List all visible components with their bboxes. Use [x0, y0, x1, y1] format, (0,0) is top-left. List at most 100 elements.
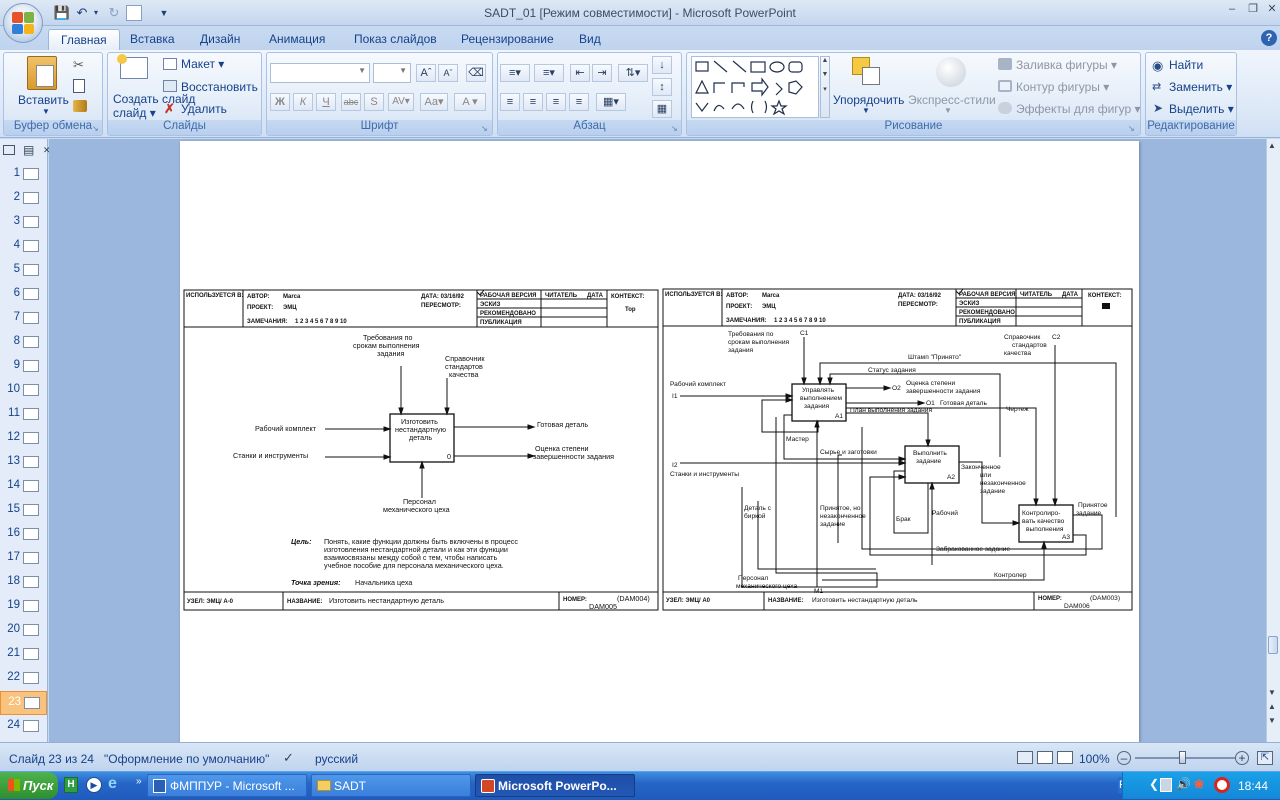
- align-right-button[interactable]: ≡: [546, 93, 566, 111]
- slide-thumbnail-9[interactable]: 9: [0, 355, 47, 379]
- align-center-button[interactable]: ≡: [523, 93, 543, 111]
- arrange-dropdown-icon[interactable]: ▼: [862, 106, 870, 115]
- slide-thumbnail-24[interactable]: 24: [0, 715, 47, 739]
- zoom-in-icon[interactable]: +: [1235, 751, 1249, 765]
- slide-thumbnail-17[interactable]: 17: [0, 547, 47, 571]
- slide-thumbnail-18[interactable]: 18: [0, 571, 47, 595]
- outline-tab-icon[interactable]: ▤: [23, 143, 34, 157]
- font-launcher-icon[interactable]: ↘: [481, 124, 488, 133]
- minimize-button[interactable]: –: [1221, 2, 1243, 16]
- arrange-button[interactable]: Упорядочить: [833, 93, 904, 107]
- new-slide-label-2[interactable]: слайд ▾: [113, 106, 156, 120]
- grow-font-button[interactable]: Aˆ: [416, 64, 436, 82]
- slides-tab-icon[interactable]: [3, 145, 15, 155]
- quicklaunch-app-icon[interactable]: Н: [64, 777, 78, 793]
- slideshow-view-icon[interactable]: [1057, 751, 1073, 764]
- slide-thumbnail-20[interactable]: 20: [0, 619, 47, 643]
- close-button[interactable]: ✕: [1261, 2, 1280, 16]
- slide-thumbnail-19[interactable]: 19: [0, 595, 47, 619]
- prev-slide-icon[interactable]: ▲: [1268, 702, 1276, 711]
- slide-thumbnail-12[interactable]: 12: [0, 427, 47, 451]
- tray-app-icon[interactable]: ❀: [1194, 777, 1204, 791]
- slide-thumbnail-22[interactable]: 22: [0, 667, 47, 691]
- tray-expand-icon[interactable]: ❮: [1149, 777, 1159, 791]
- start-button[interactable]: Пуск: [0, 772, 58, 799]
- new-slide-icon[interactable]: [117, 54, 148, 79]
- quick-styles-button[interactable]: Экспресс-стили: [908, 93, 996, 107]
- copy-icon[interactable]: [73, 79, 85, 93]
- tab-insert[interactable]: Вставка: [118, 29, 187, 50]
- zoom-slider-thumb[interactable]: [1179, 751, 1186, 764]
- format-painter-icon[interactable]: [73, 100, 87, 112]
- paragraph-launcher-icon[interactable]: ↘: [671, 124, 678, 133]
- next-slide-icon[interactable]: ▼: [1268, 716, 1276, 725]
- font-family-combo[interactable]: ▼: [270, 63, 370, 83]
- help-icon[interactable]: ?: [1261, 30, 1277, 46]
- shrink-font-button[interactable]: Aˇ: [438, 64, 458, 82]
- underline-button[interactable]: Ч: [316, 93, 336, 111]
- paste-button[interactable]: Вставить: [18, 93, 69, 107]
- effects-button[interactable]: Эффекты для фигур ▾: [1016, 102, 1141, 116]
- zoom-out-icon[interactable]: –: [1117, 751, 1131, 765]
- text-direction-button[interactable]: ↓: [652, 56, 672, 74]
- fill-button[interactable]: Заливка фигуры ▾: [1016, 58, 1117, 72]
- tab-view[interactable]: Вид: [567, 29, 613, 50]
- slide-thumbnail-13[interactable]: 13: [0, 451, 47, 475]
- slide-thumbnail-10[interactable]: 10: [0, 379, 47, 403]
- delete-button[interactable]: Удалить: [181, 102, 227, 116]
- fit-window-icon[interactable]: ⇱: [1257, 751, 1273, 765]
- spacing-button[interactable]: AV▾: [388, 93, 414, 111]
- sorter-view-icon[interactable]: [1037, 751, 1053, 764]
- smartart-button[interactable]: ▦: [652, 100, 672, 118]
- slide-thumbnail-2[interactable]: 2: [0, 187, 47, 211]
- task-word[interactable]: ФМППУР - Microsoft ...: [147, 774, 307, 797]
- slide-thumbnail-15[interactable]: 15: [0, 499, 47, 523]
- slide-thumbnail-21[interactable]: 21: [0, 643, 47, 667]
- task-folder[interactable]: SADT: [311, 774, 471, 797]
- slide-thumbnail-8[interactable]: 8: [0, 331, 47, 355]
- media-player-icon[interactable]: ▶: [86, 777, 102, 793]
- italic-button[interactable]: К: [293, 93, 313, 111]
- select-button[interactable]: Выделить ▾: [1169, 102, 1234, 116]
- shapes-scroll[interactable]: ▲ ▼ ▾: [820, 56, 830, 118]
- tab-review[interactable]: Рецензирование: [449, 29, 566, 50]
- paste-dropdown-icon[interactable]: ▼: [42, 107, 50, 116]
- strike-button[interactable]: abc: [341, 93, 361, 111]
- language[interactable]: русский: [315, 752, 358, 766]
- slide-thumbnail-23[interactable]: 23: [0, 691, 47, 715]
- antivirus-icon[interactable]: [1214, 777, 1230, 793]
- slide-thumbnail-4[interactable]: 4: [0, 235, 47, 259]
- font-color-button[interactable]: A ▾: [454, 93, 486, 111]
- reset-button[interactable]: Восстановить: [181, 80, 258, 94]
- find-button[interactable]: Найти: [1169, 58, 1203, 72]
- quicklaunch-more-icon[interactable]: »: [136, 776, 142, 787]
- decrease-indent-button[interactable]: ⇤: [570, 64, 590, 82]
- slide-thumbnail-7[interactable]: 7: [0, 307, 47, 331]
- scroll-up-icon[interactable]: ▲: [1268, 141, 1276, 150]
- clipboard-launcher-icon[interactable]: ↘: [92, 124, 99, 133]
- slide-thumbnail-16[interactable]: 16: [0, 523, 47, 547]
- slide-thumbnail-14[interactable]: 14: [0, 475, 47, 499]
- line-spacing-button[interactable]: ⇅▾: [618, 64, 648, 82]
- layout-button[interactable]: Макет ▾: [181, 57, 224, 71]
- slide-thumbnail-1[interactable]: 1: [0, 163, 47, 187]
- scroll-thumb[interactable]: [1268, 636, 1278, 654]
- quick-styles-dropdown-icon[interactable]: ▼: [944, 106, 952, 115]
- clear-format-button[interactable]: ⌫: [466, 64, 486, 82]
- slide-thumbnail-6[interactable]: 6: [0, 283, 47, 307]
- clock[interactable]: 18:44: [1238, 779, 1268, 793]
- columns-button[interactable]: ▦▾: [596, 93, 626, 111]
- align-text-button[interactable]: ↕: [652, 78, 672, 96]
- tab-slideshow[interactable]: Показ слайдов: [342, 29, 449, 50]
- drawing-launcher-icon[interactable]: ↘: [1128, 124, 1135, 133]
- tab-animation[interactable]: Анимация: [257, 29, 337, 50]
- outline-button[interactable]: Контур фигуры ▾: [1016, 80, 1109, 94]
- paste-icon[interactable]: [27, 56, 57, 90]
- tab-home[interactable]: Главная: [48, 29, 120, 50]
- scroll-down-icon[interactable]: ▼: [1268, 688, 1276, 697]
- numbering-button[interactable]: ≡▾: [534, 64, 564, 82]
- normal-view-icon[interactable]: [1017, 751, 1033, 764]
- ie-icon[interactable]: e: [108, 775, 117, 793]
- font-size-combo[interactable]: ▼: [373, 63, 411, 83]
- shapes-gallery[interactable]: [691, 56, 819, 118]
